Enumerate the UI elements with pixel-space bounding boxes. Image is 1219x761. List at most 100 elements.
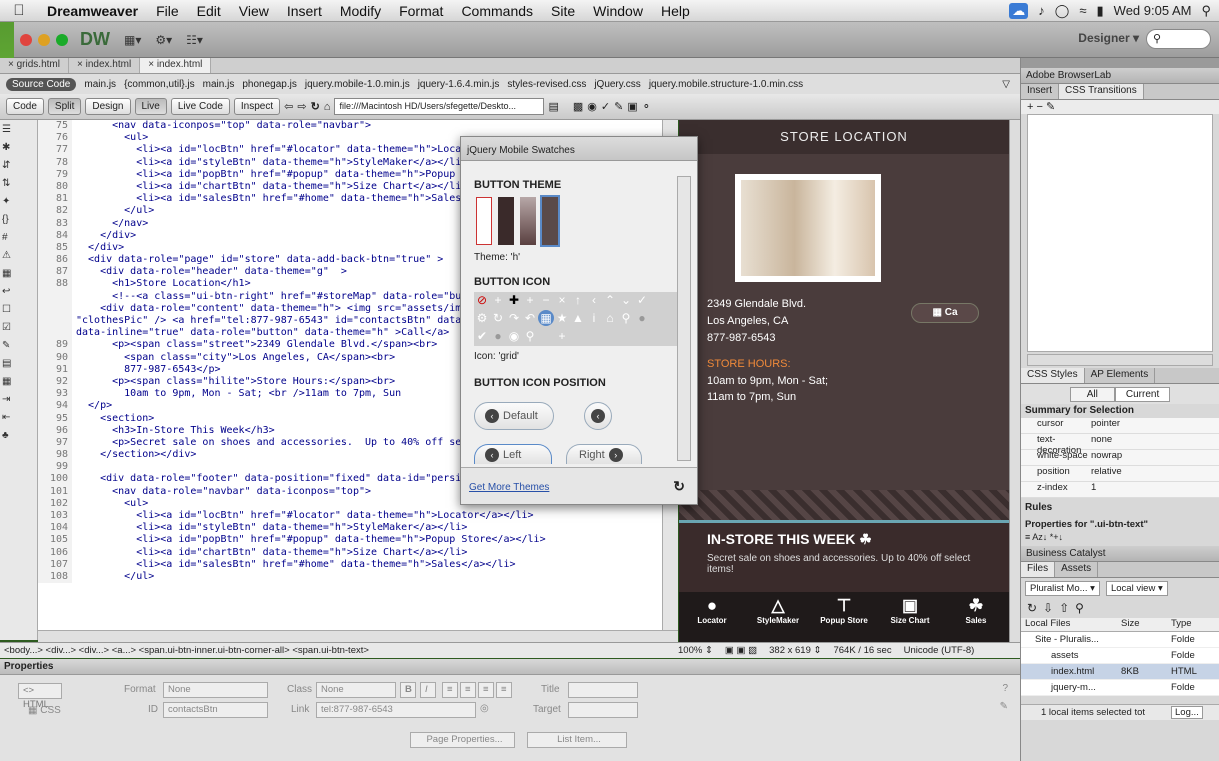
code-text[interactable]: <h3>In-Store This Week</h3> xyxy=(72,425,275,437)
code-view-button[interactable]: Code xyxy=(6,98,44,115)
menu-window[interactable]: Window xyxy=(584,3,652,19)
related-file[interactable]: phonegap.js xyxy=(242,79,297,90)
code-text[interactable]: data-inline="true" data-role="button" da… xyxy=(72,327,449,339)
refresh-icon[interactable]: ↻ xyxy=(311,100,320,113)
zoom-window-button[interactable] xyxy=(56,33,68,46)
list-item-button[interactable]: List Item... xyxy=(527,732,627,748)
html-mode-button[interactable]: <> HTML xyxy=(18,683,62,710)
format-select[interactable]: None xyxy=(163,682,268,698)
code-text[interactable]: <li><a id="chartBtn" data-theme="h">Size… xyxy=(72,547,467,559)
related-file[interactable]: {common,util}.js xyxy=(124,79,195,90)
related-file[interactable]: jquery.mobile.structure-1.0.min.css xyxy=(649,79,803,90)
collapse-tag-icon[interactable]: ✱ xyxy=(2,142,24,156)
transitions-scrollbar[interactable] xyxy=(1027,354,1213,366)
code-text[interactable]: </ul> xyxy=(72,205,154,217)
code-text[interactable]: <li><a id="salesBtn" href="#home" data-t… xyxy=(72,193,479,205)
menu-modify[interactable]: Modify xyxy=(331,3,390,19)
type-column[interactable]: Type xyxy=(1171,618,1192,631)
code-line[interactable]: 106 <li><a id="chartBtn" data-theme="h">… xyxy=(38,546,678,559)
code-text[interactable]: <p><span class="street">2349 Glendale Bl… xyxy=(72,339,437,351)
wrap-tag-icon[interactable]: ✎ xyxy=(2,340,24,354)
code-line[interactable]: 103 <li><a id="locBtn" href="#locator" d… xyxy=(38,510,678,523)
info-icon[interactable]: i xyxy=(586,310,602,326)
timemachine-icon[interactable]: ◯ xyxy=(1055,3,1070,19)
arrow-up-icon[interactable]: ↑ xyxy=(570,292,586,308)
menu-format[interactable]: Format xyxy=(390,3,452,19)
bold-button[interactable]: B xyxy=(400,682,416,698)
code-line[interactable]: 108 </ul> xyxy=(38,570,678,584)
all-button[interactable]: All xyxy=(1069,386,1115,402)
file-row[interactable]: jquery-m... Folde xyxy=(1021,680,1219,696)
css-property-row[interactable]: z-index 1 xyxy=(1021,482,1219,498)
code-text[interactable]: <li><a id="styleBtn" data-theme="h">Styl… xyxy=(72,157,467,169)
tab-index-1[interactable]: × index.html xyxy=(69,58,141,73)
arrow-down-icon[interactable]: ⌄ xyxy=(618,292,634,308)
log-button[interactable]: Log... xyxy=(1171,706,1203,719)
x-icon[interactable]: × xyxy=(554,292,570,308)
battery-icon[interactable]: ▮ xyxy=(1097,3,1104,19)
clock[interactable]: Wed 9:05 AM xyxy=(1114,3,1192,18)
radio-icon[interactable]: ● xyxy=(490,328,506,344)
code-text[interactable]: <!--<a class="ui-btn-right" href="#store… xyxy=(72,291,479,303)
code-line[interactable]: 104 <li><a id="styleBtn" data-theme="h">… xyxy=(38,522,678,535)
live-code-button[interactable]: Live Code xyxy=(170,98,230,115)
code-text[interactable]: <ul> xyxy=(72,132,148,144)
code-text[interactable]: 877-987-6543</p> xyxy=(72,364,220,376)
dropbox-icon[interactable]: ☁ xyxy=(1009,2,1029,19)
checkbox-icon[interactable]: ✔ xyxy=(474,328,490,344)
target-select[interactable] xyxy=(568,702,638,718)
home-icon[interactable]: ⌂ xyxy=(602,310,618,326)
related-file[interactable]: jquery.mobile-1.0.min.js xyxy=(305,79,410,90)
code-text[interactable]: </ul> xyxy=(72,571,154,583)
page-properties-button[interactable]: Page Properties... xyxy=(410,732,515,748)
tab-assets[interactable]: Assets xyxy=(1055,562,1099,577)
select-parent-tag-icon[interactable]: ✦ xyxy=(2,196,24,210)
browserlab-header[interactable]: Adobe BrowserLab xyxy=(1021,68,1219,84)
code-text[interactable]: <li><a id="styleBtn" data-theme="h">Styl… xyxy=(72,522,467,534)
class-select[interactable]: None xyxy=(316,682,396,698)
radio-on-icon[interactable]: ◉ xyxy=(506,328,522,344)
tab-css-styles[interactable]: CSS Styles xyxy=(1021,368,1085,383)
id-field[interactable]: contactsBtn xyxy=(163,702,268,718)
code-text[interactable]: </p> xyxy=(72,400,112,412)
code-line[interactable]: 105 <li><a id="popBtn" href="#popup" dat… xyxy=(38,534,678,547)
code-text[interactable]: </section></div> xyxy=(72,449,196,461)
get-more-themes-link[interactable]: Get More Themes xyxy=(469,482,549,493)
code-horizontal-scrollbar[interactable] xyxy=(38,630,678,642)
css-property-row[interactable]: text-decoration none xyxy=(1021,434,1219,456)
live-view-button[interactable]: Live xyxy=(134,98,167,115)
layout-icon[interactable]: ▦▾ xyxy=(124,33,141,47)
forward-icon[interactable]: ↷ xyxy=(506,310,522,326)
apply-comment-icon[interactable]: ☐ xyxy=(2,304,24,318)
related-file[interactable]: styles-revised.css xyxy=(507,79,586,90)
tab-insert[interactable]: Insert xyxy=(1021,84,1060,99)
code-text[interactable]: <li><a id="locBtn" href="#locator" data-… xyxy=(72,144,479,156)
apple-icon[interactable]:  xyxy=(0,2,38,19)
back-icon[interactable]: ⇦ xyxy=(284,100,293,113)
transitions-list[interactable] xyxy=(1027,114,1213,352)
balance-braces-icon[interactable]: {} xyxy=(2,214,24,228)
icon-grid[interactable]: ⊘ + ✚ + − × ↑ ‹ ⌃ ⌄ ✓ ⚙ ↻ ↷ ↶ ▦ ★ ▲ i ⌂ ⚲ ● ✔ ● ◉ ⚲ + xyxy=(474,292,679,346)
preview-icon[interactable]: ◉ xyxy=(587,100,597,113)
call-button[interactable]: ▦ Ca xyxy=(911,303,979,323)
css-property-row[interactable]: white-space nowrap xyxy=(1021,450,1219,466)
css-mode-button[interactable]: ▦ CSS xyxy=(28,705,61,716)
tab-files[interactable]: Files xyxy=(1021,562,1056,577)
help-icon[interactable]: ? xyxy=(1002,683,1008,694)
wifi-icon[interactable]: ≈ xyxy=(1079,3,1086,18)
rules-heading[interactable]: Rules xyxy=(1021,498,1219,516)
word-wrap-icon[interactable]: ↩ xyxy=(2,286,24,300)
highlight-invalid-icon[interactable]: ⚠ xyxy=(2,250,24,264)
check-browser-icon[interactable]: ✎ xyxy=(614,100,623,113)
code-text[interactable]: <li><a id="popBtn" href="#popup" data-th… xyxy=(72,534,545,546)
size-column[interactable]: Size xyxy=(1121,618,1171,631)
code-text[interactable]: </div> xyxy=(72,230,136,242)
code-text[interactable]: <span class="city">Los Angeles, CA</span… xyxy=(72,352,395,364)
live-view-scrollbar[interactable] xyxy=(1009,120,1020,645)
recent-snippets-icon[interactable]: ▤ xyxy=(2,358,24,372)
tab-ap-elements[interactable]: AP Elements xyxy=(1085,368,1156,383)
minimize-window-button[interactable] xyxy=(38,33,50,46)
code-text[interactable] xyxy=(72,461,76,473)
theme-swatch-mid[interactable] xyxy=(520,197,536,245)
options-icon[interactable]: ▤ xyxy=(548,100,558,113)
